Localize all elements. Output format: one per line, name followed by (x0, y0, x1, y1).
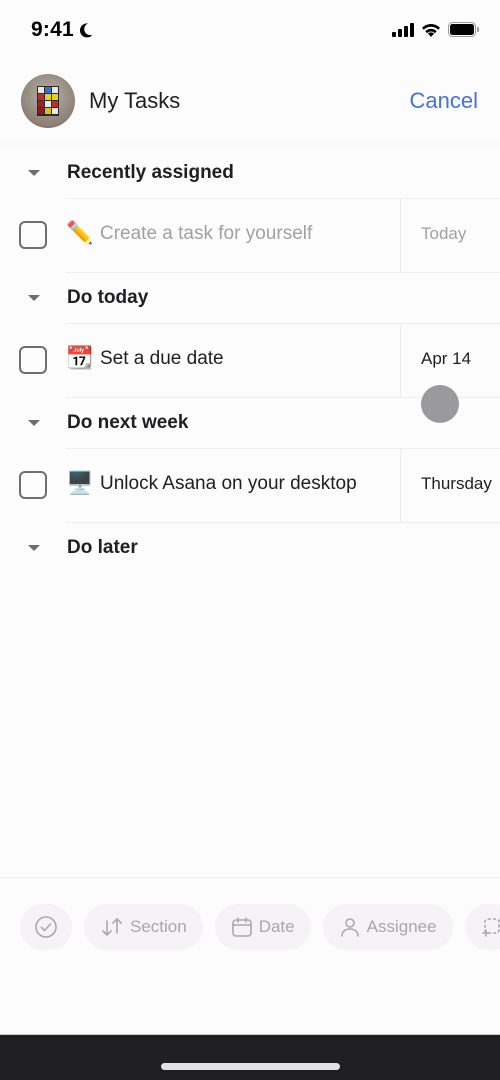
sort-arrows-icon (102, 918, 122, 936)
section-recently-assigned[interactable]: Recently assigned (0, 148, 500, 198)
task-name[interactable]: Set a due date (100, 348, 224, 370)
task-checkbox[interactable] (19, 221, 47, 249)
caret-down-icon[interactable] (28, 545, 40, 551)
signal-icon (392, 22, 414, 37)
section-label: Recently assigned (67, 162, 234, 183)
calendar-icon: 📆 (66, 345, 94, 370)
due-date-cell[interactable]: Apr 14 (400, 324, 500, 397)
section-label: Do today (67, 287, 149, 308)
due-date-cell[interactable]: Thursday (400, 449, 500, 522)
clock: 9:41 (31, 18, 74, 41)
caret-down-icon[interactable] (28, 420, 40, 426)
task-checkbox[interactable] (19, 471, 47, 499)
task-checkbox[interactable] (19, 346, 47, 374)
section-button[interactable]: Section (84, 904, 203, 950)
task-name-input[interactable]: Create a task for yourself (100, 223, 312, 245)
wifi-icon (422, 23, 440, 37)
home-indicator-area (0, 1034, 500, 1080)
bottom-toolbar: Section Date Assignee (20, 904, 500, 950)
cancel-button[interactable]: Cancel (410, 88, 478, 114)
date-button-label: Date (258, 917, 295, 936)
section-label: Do later (67, 537, 138, 558)
moon-icon (79, 23, 93, 38)
status-icons (392, 22, 480, 37)
task-list: Recently assigned ✏️ Create a task for y… (0, 148, 500, 573)
check-circle-icon (35, 916, 57, 938)
task-row[interactable]: ✏️ Create a task for yourself Today (19, 198, 500, 273)
person-icon (340, 918, 359, 937)
page-title: My Tasks (89, 88, 181, 113)
task-name[interactable]: Unlock Asana on your desktop (100, 473, 357, 495)
section-do-later[interactable]: Do later (0, 523, 500, 573)
date-button[interactable]: Date (214, 904, 311, 950)
section-do-today[interactable]: Do today (0, 273, 500, 323)
mark-complete-button[interactable] (20, 904, 72, 950)
due-date: Today (421, 224, 467, 243)
status-time: 9:41 (31, 18, 94, 42)
status-bar: 9:41 (0, 0, 500, 60)
pencil-icon: ✏️ (66, 220, 94, 245)
avatar[interactable] (21, 74, 75, 128)
header: My Tasks Cancel (0, 70, 500, 134)
project-add-icon (481, 918, 500, 937)
battery-icon (448, 22, 479, 37)
desktop-computer-icon: 🖥️ (66, 470, 94, 495)
touch-indicator (421, 385, 459, 423)
caret-down-icon[interactable] (28, 170, 40, 176)
rubiks-cube-icon (37, 86, 59, 116)
due-date-cell[interactable]: Today (400, 199, 500, 272)
caret-down-icon[interactable] (28, 295, 40, 301)
assignee-button[interactable]: Assignee (322, 904, 453, 950)
due-date: Thursday (421, 474, 492, 493)
due-date: Apr 14 (421, 349, 472, 368)
section-label: Do next week (67, 412, 189, 433)
task-row[interactable]: 🖥️ Unlock Asana on your desktop Thursday (19, 448, 500, 523)
home-indicator[interactable] (161, 1063, 340, 1070)
add-to-project-button[interactable] (464, 904, 500, 950)
toolbar-divider (0, 877, 500, 878)
calendar-outline-icon (231, 917, 252, 937)
assignee-button-label: Assignee (366, 917, 437, 936)
section-button-label: Section (130, 917, 187, 936)
